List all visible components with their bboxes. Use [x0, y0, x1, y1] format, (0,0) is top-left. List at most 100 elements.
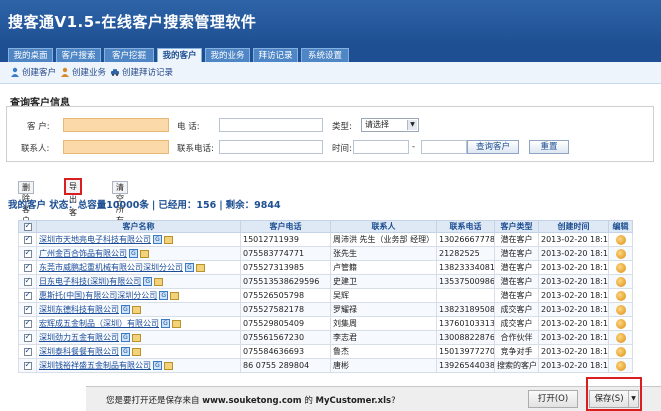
select-all-checkbox[interactable]: [23, 221, 32, 231]
customer-name-link[interactable]: 宏辉成五金制品（深圳）有限公司: [39, 319, 159, 328]
globe-icon[interactable]: G: [153, 235, 162, 244]
note-icon[interactable]: [140, 249, 149, 258]
row-checkbox[interactable]: [23, 234, 32, 244]
reset-button[interactable]: 重置: [529, 140, 569, 154]
time-label: 时间:: [332, 144, 352, 154]
globe-icon[interactable]: G: [143, 277, 153, 286]
row-checkbox[interactable]: [23, 332, 32, 342]
row-checkbox[interactable]: [23, 276, 32, 286]
note-icon[interactable]: [164, 235, 173, 244]
globe-icon[interactable]: G: [153, 361, 162, 370]
globe-icon[interactable]: G: [159, 291, 169, 300]
edit-cell: [608, 316, 633, 331]
note-icon[interactable]: [172, 319, 181, 328]
customer-phone-cell: 15012711939: [240, 232, 331, 247]
note-icon[interactable]: [154, 277, 164, 286]
customer-phone-cell: 075583774771: [240, 246, 331, 261]
row-checkbox[interactable]: [23, 318, 32, 328]
edit-user-icon[interactable]: [615, 304, 626, 315]
phone-input[interactable]: [219, 118, 323, 132]
table-row[interactable]: 深圳市天地亮电子科技有限公司G15012711939周沛洪 先生（业务部 经理）…: [18, 232, 633, 247]
contact-input[interactable]: [63, 140, 169, 154]
type-select[interactable]: 请选择 ▼: [361, 118, 419, 132]
globe-icon[interactable]: G: [161, 319, 170, 328]
row-checkbox[interactable]: [23, 262, 32, 272]
search-customer-button[interactable]: 查询客户: [467, 140, 519, 154]
globe-icon[interactable]: G: [121, 333, 130, 342]
tab-visit-records[interactable]: 拜访记录: [253, 48, 298, 62]
customer-phone-cell: 075513538629596: [240, 274, 331, 289]
table-row[interactable]: 惠斯托(中国)有限公司深圳分公司G075526505798吴辉潜在客户2013-…: [18, 288, 633, 303]
edit-user-icon[interactable]: [615, 276, 626, 287]
contact-phone-cell: 21282525: [436, 246, 495, 261]
row-select-cell: [18, 288, 37, 303]
tab-my-customers[interactable]: 我的客户: [157, 48, 202, 62]
main-tabs: 我的桌面 客户搜索 客户挖掘 我的客户 我的业务 拜访记录 系统设置: [0, 46, 661, 62]
customer-name-link[interactable]: 深圳市天地亮电子科技有限公司: [39, 235, 151, 244]
customer-name-link[interactable]: 日东电子科技(深圳)有限公司: [39, 277, 141, 286]
globe-icon[interactable]: G: [121, 347, 130, 356]
tab-system-settings[interactable]: 系统设置: [301, 48, 349, 62]
row-select-cell: [18, 316, 37, 331]
export-customer-button[interactable]: 导出客户: [64, 178, 82, 230]
edit-user-icon[interactable]: [615, 346, 626, 357]
customer-input[interactable]: [63, 118, 169, 132]
customer-name-link[interactable]: 深圳东德科技有限公司: [39, 305, 119, 314]
download-prompt-mid: 的: [304, 396, 313, 406]
edit-user-icon[interactable]: [615, 360, 626, 371]
table-row[interactable]: 深圳劲力五金有限公司G075561567230李志君13008822876合作伙…: [18, 330, 633, 345]
table-row[interactable]: 东莞市威鹏起重机械有限公司深圳分公司G075527313985卢管籍138233…: [18, 260, 633, 275]
start-date-input[interactable]: [353, 140, 409, 154]
table-row[interactable]: 深圳钱裕祥盛五金制品有限公司G86 0755 289804唐彬139265440…: [18, 358, 633, 373]
note-icon[interactable]: [170, 291, 180, 300]
open-file-button[interactable]: 打开(O): [528, 390, 578, 408]
tab-customer-search[interactable]: 客户搜索: [56, 48, 101, 62]
edit-user-icon[interactable]: [615, 234, 626, 245]
table-row[interactable]: 深圳泰科餐餐有限公司G075584636693鲁杰15013977270竞争对手…: [18, 344, 633, 359]
annotation-highlight-box: [586, 377, 642, 411]
table-row[interactable]: 深圳东德科技有限公司G075527582178罗耀禄13823189508成交客…: [18, 302, 633, 317]
clear-all-button[interactable]: 清空所有: [112, 181, 128, 225]
customer-name-link[interactable]: 深圳钱裕祥盛五金制品有限公司: [39, 361, 151, 370]
note-icon[interactable]: [196, 263, 205, 272]
tab-customer-mining[interactable]: 客户挖掘: [104, 48, 154, 62]
note-icon[interactable]: [132, 305, 141, 314]
note-icon[interactable]: [164, 361, 173, 370]
customer-name-link[interactable]: 东莞市威鹏起重机械有限公司深圳分公司: [39, 263, 183, 272]
customer-name-cell: 东莞市威鹏起重机械有限公司深圳分公司 G: [36, 260, 241, 275]
end-date-input[interactable]: [421, 140, 467, 154]
table-row[interactable]: 日东电子科技(深圳)有限公司G075513538629596史建卫1353750…: [18, 274, 633, 289]
globe-icon[interactable]: G: [185, 263, 194, 272]
edit-user-icon[interactable]: [615, 318, 626, 329]
globe-icon[interactable]: G: [121, 305, 130, 314]
table-row[interactable]: 宏辉成五金制品（深圳）有限公司G075529805409刘集周137601033…: [18, 316, 633, 331]
edit-user-icon[interactable]: [615, 332, 626, 343]
edit-user-icon[interactable]: [615, 290, 626, 301]
create-visit-record-button[interactable]: 创建拜访记录: [110, 67, 173, 79]
create-customer-button[interactable]: 创建客户: [10, 67, 56, 79]
row-checkbox[interactable]: [23, 290, 32, 300]
create-customer-label: 创建客户: [22, 68, 57, 78]
globe-icon[interactable]: G: [129, 249, 138, 258]
customer-type-cell: 潜在客户: [494, 246, 539, 261]
row-checkbox[interactable]: [23, 248, 32, 258]
edit-user-icon[interactable]: [615, 248, 626, 259]
delete-customer-button[interactable]: 删除客户: [18, 181, 34, 225]
table-row[interactable]: 广州金百合饰品有限公司G075583774771张先生21282525潜在客户2…: [18, 246, 633, 261]
customer-name-link[interactable]: 惠斯托(中国)有限公司深圳分公司: [39, 291, 157, 300]
contact-phone-label: 联系电话:: [177, 144, 214, 154]
customer-name-link[interactable]: 广州金百合饰品有限公司: [39, 249, 127, 258]
row-checkbox[interactable]: [23, 360, 32, 370]
create-business-button[interactable]: 创建业务: [60, 67, 106, 79]
row-checkbox[interactable]: [23, 346, 32, 356]
row-checkbox[interactable]: [23, 304, 32, 314]
note-icon[interactable]: [132, 347, 141, 356]
edit-user-icon[interactable]: [615, 262, 626, 273]
customer-name-link[interactable]: 深圳泰科餐餐有限公司: [39, 347, 119, 356]
customer-type-cell: 潜在客户: [494, 274, 539, 289]
note-icon[interactable]: [132, 333, 141, 342]
tab-desktop[interactable]: 我的桌面: [8, 48, 53, 62]
tab-my-business[interactable]: 我的业务: [205, 48, 250, 62]
contact-phone-input[interactable]: [219, 140, 323, 154]
customer-name-link[interactable]: 深圳劲力五金有限公司: [39, 333, 119, 342]
